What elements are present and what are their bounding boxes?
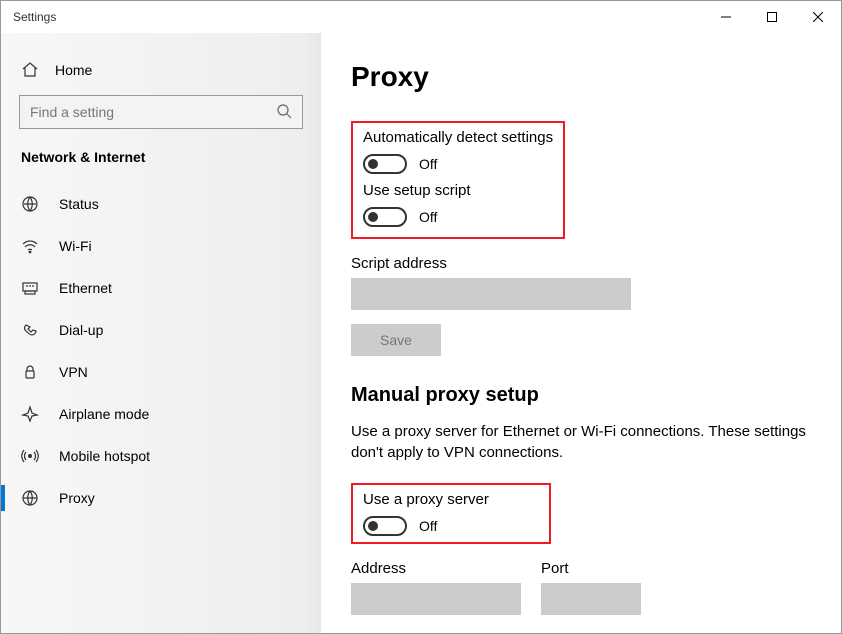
status-icon	[21, 195, 39, 213]
home-label: Home	[55, 62, 92, 78]
address-input[interactable]	[351, 583, 521, 615]
sidebar-item-airplane[interactable]: Airplane mode	[1, 393, 321, 435]
minimize-button[interactable]	[703, 1, 749, 33]
ethernet-icon	[21, 279, 39, 297]
airplane-icon	[21, 405, 39, 423]
sidebar: Home Network & Internet Status Wi-Fi Eth…	[1, 33, 321, 633]
close-icon	[813, 12, 823, 22]
use-script-state: Off	[419, 209, 437, 225]
page-title: Proxy	[351, 61, 811, 93]
address-label: Address	[351, 560, 521, 577]
nav-label: Ethernet	[59, 280, 112, 296]
minimize-icon	[721, 12, 731, 22]
dialup-icon	[21, 321, 39, 339]
auto-detect-toggle[interactable]	[363, 154, 407, 174]
save-button[interactable]: Save	[351, 324, 441, 356]
use-proxy-toggle[interactable]	[363, 516, 407, 536]
use-proxy-label: Use a proxy server	[363, 491, 539, 508]
sidebar-item-wifi[interactable]: Wi-Fi	[1, 225, 321, 267]
window-controls	[703, 1, 841, 33]
hotspot-icon	[21, 447, 39, 465]
home-link[interactable]: Home	[1, 53, 321, 91]
use-proxy-state: Off	[419, 518, 437, 534]
highlight-auto-section: Automatically detect settings Off Use se…	[351, 121, 565, 239]
manual-desc: Use a proxy server for Ethernet or Wi-Fi…	[351, 421, 811, 463]
script-address-label: Script address	[351, 255, 811, 272]
sidebar-item-dialup[interactable]: Dial-up	[1, 309, 321, 351]
nav-label: Dial-up	[59, 322, 103, 338]
category-heading: Network & Internet	[1, 149, 321, 183]
maximize-button[interactable]	[749, 1, 795, 33]
close-button[interactable]	[795, 1, 841, 33]
use-script-toggle[interactable]	[363, 207, 407, 227]
wifi-icon	[21, 237, 39, 255]
sidebar-item-proxy[interactable]: Proxy	[1, 477, 321, 519]
maximize-icon	[767, 12, 777, 22]
sidebar-item-status[interactable]: Status	[1, 183, 321, 225]
nav-label: Wi-Fi	[59, 238, 92, 254]
auto-detect-label: Automatically detect settings	[363, 129, 553, 146]
sidebar-item-hotspot[interactable]: Mobile hotspot	[1, 435, 321, 477]
nav-label: Status	[59, 196, 99, 212]
nav-label: VPN	[59, 364, 88, 380]
port-label: Port	[541, 560, 641, 577]
nav-list: Status Wi-Fi Ethernet Dial-up VPN Airpla…	[1, 183, 321, 519]
manual-heading: Manual proxy setup	[351, 384, 811, 407]
titlebar: Settings	[1, 1, 841, 33]
nav-label: Proxy	[59, 490, 95, 506]
script-address-input[interactable]	[351, 278, 631, 310]
window-title: Settings	[13, 10, 56, 24]
search-box[interactable]	[19, 95, 303, 129]
port-input[interactable]	[541, 583, 641, 615]
nav-label: Airplane mode	[59, 406, 149, 422]
main-content: Proxy Automatically detect settings Off …	[321, 33, 841, 633]
search-input[interactable]	[30, 104, 276, 120]
sidebar-item-vpn[interactable]: VPN	[1, 351, 321, 393]
nav-label: Mobile hotspot	[59, 448, 150, 464]
proxy-icon	[21, 489, 39, 507]
highlight-manual-section: Use a proxy server Off	[351, 483, 551, 544]
sidebar-item-ethernet[interactable]: Ethernet	[1, 267, 321, 309]
auto-detect-state: Off	[419, 156, 437, 172]
home-icon	[21, 61, 39, 79]
vpn-icon	[21, 363, 39, 381]
use-script-label: Use setup script	[363, 182, 553, 199]
search-icon	[276, 103, 292, 122]
